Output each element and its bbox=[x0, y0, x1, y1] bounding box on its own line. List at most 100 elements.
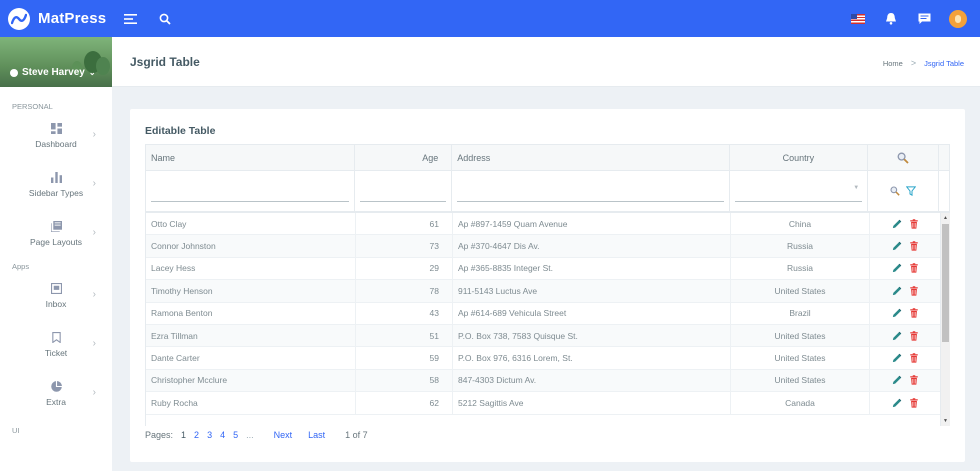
language-flag-icon[interactable] bbox=[850, 0, 866, 37]
edit-pencil-icon[interactable] bbox=[892, 353, 902, 363]
edit-pencil-icon[interactable] bbox=[892, 263, 902, 273]
edit-pencil-icon[interactable] bbox=[892, 219, 902, 229]
column-header-address[interactable]: Address bbox=[452, 145, 730, 170]
table-row[interactable]: Timothy Henson 78 911-5143 Luctus Ave Unite… bbox=[146, 280, 950, 303]
page-header: Jsgrid Table Home > Jsgrid Table bbox=[112, 37, 980, 87]
row-actions bbox=[870, 257, 941, 280]
delete-trash-icon[interactable] bbox=[909, 218, 919, 229]
cell-country: United States bbox=[731, 347, 870, 369]
delete-trash-icon[interactable] bbox=[909, 286, 919, 296]
breadcrumb-home-link[interactable]: Home bbox=[883, 59, 903, 68]
cell-address: Ap #614-689 Vehicula Street bbox=[453, 302, 731, 324]
messages-icon[interactable] bbox=[916, 0, 932, 37]
filter-name-input[interactable] bbox=[146, 171, 356, 211]
table-row[interactable]: Ramona Benton 43 Ap #614-689 Vehicula Stre… bbox=[146, 302, 950, 325]
chevron-right-icon: › bbox=[92, 338, 96, 349]
user-avatar[interactable] bbox=[949, 0, 967, 37]
inbox-icon bbox=[50, 282, 62, 294]
breadcrumb-current: Jsgrid Table bbox=[924, 58, 964, 68]
user-icon bbox=[10, 68, 18, 77]
pager-page-5[interactable]: 5 bbox=[233, 430, 238, 440]
delete-trash-icon[interactable] bbox=[909, 330, 919, 341]
sidebar-item-inbox[interactable]: Inbox › bbox=[0, 271, 112, 320]
pager-ellipsis[interactable]: ... bbox=[246, 430, 254, 440]
cell-country: United States bbox=[731, 324, 870, 347]
pager-page-2[interactable]: 2 bbox=[194, 430, 199, 440]
cell-age: 59 bbox=[356, 347, 453, 369]
delete-trash-icon[interactable] bbox=[909, 308, 919, 318]
cell-age: 43 bbox=[356, 302, 453, 324]
notification-bell-icon[interactable] bbox=[883, 0, 899, 37]
sidebar-item-ticket[interactable]: Ticket › bbox=[0, 320, 112, 369]
cell-name: Ramona Benton bbox=[146, 302, 356, 324]
pager-next-link[interactable]: Next bbox=[274, 430, 293, 440]
jsgrid-table: Name Age Address Country ▼ Otto Clay 61 … bbox=[145, 144, 950, 426]
edit-pencil-icon[interactable] bbox=[892, 286, 902, 296]
edit-pencil-icon[interactable] bbox=[892, 398, 902, 408]
cell-name: Dante Carter bbox=[146, 347, 356, 369]
edit-pencil-icon[interactable] bbox=[892, 375, 902, 385]
scrollbar-thumb[interactable] bbox=[942, 224, 949, 342]
delete-trash-icon[interactable] bbox=[909, 241, 919, 251]
sidebar-item-extra[interactable]: Extra › bbox=[0, 369, 112, 418]
search-icon[interactable] bbox=[890, 186, 900, 196]
sidebar-item-page-layouts[interactable]: Page Layouts › bbox=[0, 209, 112, 258]
filter-address-input[interactable] bbox=[452, 171, 730, 211]
table-scrollbar[interactable]: ▲ ▼ bbox=[940, 213, 950, 426]
pager-page-3[interactable]: 3 bbox=[207, 430, 212, 440]
column-header-country[interactable]: Country bbox=[730, 145, 869, 170]
filter-country-select[interactable]: ▼ bbox=[730, 171, 869, 211]
table-row[interactable]: Ezra Tillman 51 P.O. Box 738, 7583 Quisque… bbox=[146, 324, 950, 348]
cell-address: Ap #897-1459 Quam Avenue bbox=[453, 213, 731, 235]
cell-address: P.O. Box 738, 7583 Quisque St. bbox=[453, 324, 731, 347]
table-row[interactable]: Otto Clay 61 Ap #897-1459 Quam Avenue China bbox=[146, 213, 950, 236]
page-title: Jsgrid Table bbox=[130, 55, 200, 69]
row-actions bbox=[870, 235, 941, 257]
table-header-row: Name Age Address Country bbox=[145, 144, 950, 171]
delete-trash-icon[interactable] bbox=[909, 353, 919, 363]
bookmark-icon bbox=[51, 331, 61, 343]
sidebar: Steve Harvey ⌄ PERSONAL Dashboard › Side… bbox=[0, 37, 112, 471]
column-header-name[interactable]: Name bbox=[146, 145, 356, 170]
edit-pencil-icon[interactable] bbox=[892, 241, 902, 251]
sidebar-item-sidebar-types[interactable]: Sidebar Types › bbox=[0, 160, 112, 209]
search-mode-button[interactable] bbox=[868, 145, 939, 170]
table-row[interactable]: Dante Carter 59 P.O. Box 976, 6316 Lorem, … bbox=[146, 347, 950, 370]
scroll-down-arrow-icon[interactable]: ▼ bbox=[943, 418, 948, 424]
edit-pencil-icon[interactable] bbox=[892, 331, 902, 341]
editable-table-card: Editable Table Name Age Address Country … bbox=[130, 109, 965, 462]
filter-icon[interactable] bbox=[906, 186, 917, 196]
column-header-age[interactable]: Age bbox=[355, 145, 453, 170]
scroll-up-arrow-icon[interactable]: ▲ bbox=[943, 215, 948, 221]
pager-page-4[interactable]: 4 bbox=[220, 430, 225, 440]
profile-user-menu[interactable]: Steve Harvey ⌄ bbox=[10, 67, 96, 78]
bar-chart-icon bbox=[50, 171, 62, 183]
dashboard-icon bbox=[50, 122, 62, 134]
cell-address: P.O. Box 976, 6316 Lorem, St. bbox=[453, 347, 731, 369]
table-row[interactable]: Lacey Hess 29 Ap #365-8835 Integer St. Russ… bbox=[146, 257, 950, 281]
delete-trash-icon[interactable] bbox=[909, 398, 919, 408]
delete-trash-icon[interactable] bbox=[909, 375, 919, 386]
pager-last-link[interactable]: Last bbox=[308, 430, 325, 440]
edit-pencil-icon[interactable] bbox=[892, 308, 902, 318]
cell-address: 5212 Sagittis Ave bbox=[453, 392, 731, 414]
cell-name: Ruby Rocha bbox=[146, 392, 356, 414]
cell-address: 911-5143 Luctus Ave bbox=[453, 280, 731, 302]
table-row[interactable]: Christopher Mcclure 58 847-4303 Dictum Av.… bbox=[146, 369, 950, 393]
table-row[interactable]: Connor Johnston 73 Ap #370-4647 Dis Av. Rus… bbox=[146, 235, 950, 258]
brand[interactable]: MatPress bbox=[0, 7, 112, 30]
chevron-right-icon: › bbox=[92, 289, 96, 300]
cell-country: China bbox=[731, 213, 870, 235]
pager-page-1: 1 bbox=[181, 430, 187, 440]
sidebar-item-label: Inbox bbox=[45, 298, 67, 309]
cell-country: Russia bbox=[731, 257, 870, 280]
pager-info: 1 of 7 bbox=[345, 430, 368, 440]
menu-toggle-icon[interactable] bbox=[122, 0, 138, 37]
table-row[interactable]: Ruby Rocha 62 5212 Sagittis Ave Canada bbox=[146, 392, 950, 415]
pager-label: Pages: bbox=[145, 430, 174, 440]
delete-trash-icon[interactable] bbox=[909, 263, 919, 274]
sidebar-item-dashboard[interactable]: Dashboard › bbox=[0, 111, 112, 160]
filter-age-input[interactable] bbox=[355, 171, 453, 211]
breadcrumb: Home > Jsgrid Table bbox=[883, 58, 964, 68]
search-icon[interactable] bbox=[157, 0, 173, 37]
